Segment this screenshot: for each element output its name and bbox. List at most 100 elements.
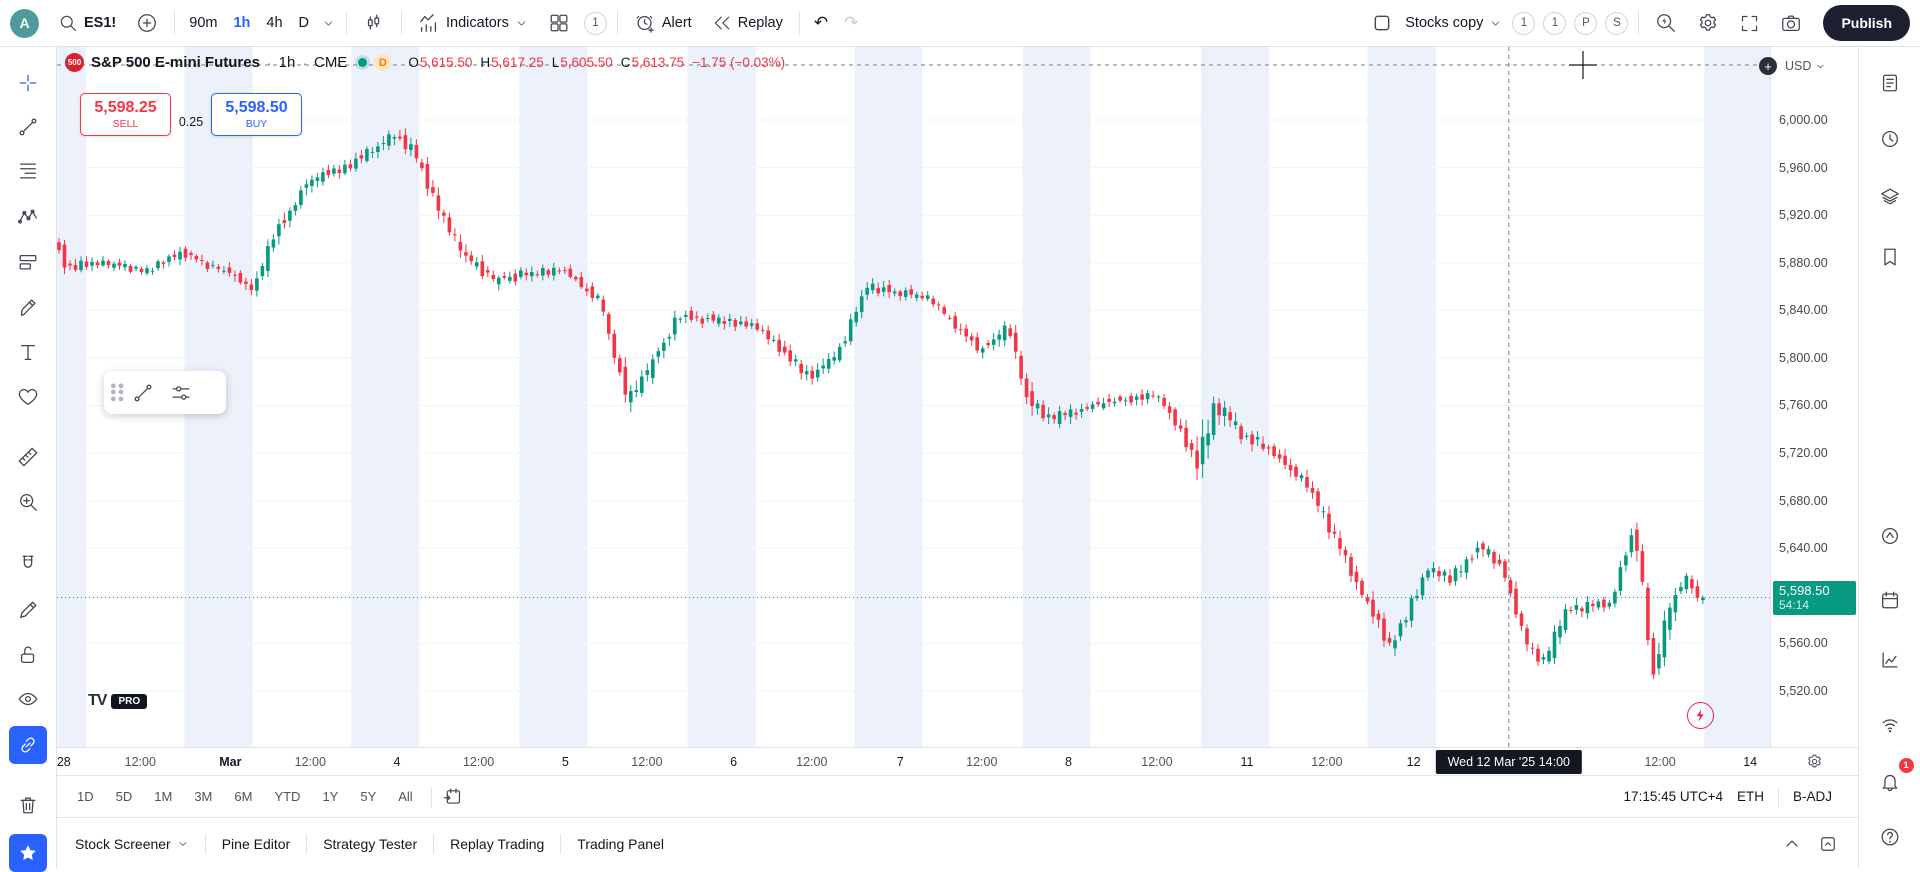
drag-handle-icon[interactable]: ●●●●●● [110, 383, 122, 403]
ideas-icon[interactable] [1870, 640, 1910, 680]
alerts-clock-icon[interactable] [1870, 119, 1910, 159]
compare-add-symbol-button[interactable] [127, 5, 167, 41]
pencil-icon[interactable] [9, 591, 47, 629]
symbol-search-button[interactable]: ES1! [49, 5, 125, 41]
timeframe-90m[interactable]: 90m [182, 5, 224, 41]
settings-button[interactable] [1688, 5, 1728, 41]
ruler-icon[interactable] [9, 438, 47, 476]
trash-icon[interactable] [9, 786, 47, 824]
sell-button[interactable]: 5,598.25 SELL [80, 93, 171, 136]
price-chart[interactable]: 500 S&P 500 E-mini Futures · 1h · CME D … [57, 47, 1770, 747]
timeframe-D[interactable]: D [292, 5, 316, 41]
chevron-up-icon[interactable] [1782, 834, 1802, 854]
price-scale-header: + USD [1759, 57, 1826, 75]
range-1y[interactable]: 1Y [314, 784, 346, 809]
chevron-down-icon [1489, 17, 1502, 30]
tab-trading-panel[interactable]: Trading Panel [565, 828, 676, 860]
tab-strategy-tester[interactable]: Strategy Tester [311, 828, 429, 860]
collab-badge-1[interactable]: 1 [1543, 12, 1566, 35]
tab-replay-trading[interactable]: Replay Trading [438, 828, 556, 860]
interval-menu-button[interactable] [318, 5, 339, 41]
broadcast-icon[interactable] [1870, 705, 1910, 745]
lock-icon[interactable] [9, 636, 47, 674]
range-3m[interactable]: 3M [186, 784, 220, 809]
bar-countdown: 54:14 [1779, 598, 1850, 612]
range-5y[interactable]: 5Y [352, 784, 384, 809]
range-1m[interactable]: 1M [146, 784, 180, 809]
long-position-icon[interactable] [9, 243, 47, 281]
tab-stock-screener[interactable]: Stock Screener [63, 828, 201, 860]
adjustment-toggle[interactable]: B-ADJ [1793, 789, 1832, 804]
flash-icon[interactable] [1687, 702, 1714, 729]
layout-grid-button[interactable] [539, 5, 579, 41]
buy-button[interactable]: 5,598.50 BUY [211, 93, 302, 136]
time-scale[interactable]: Wed 12 Mar '25 14:00 2812:00Mar12:00412:… [57, 747, 1770, 775]
eye-icon[interactable] [9, 680, 47, 718]
zoom-in-icon[interactable] [9, 483, 47, 521]
chart-style-button[interactable] [354, 5, 394, 41]
publish-button[interactable]: Publish [1823, 5, 1910, 41]
session-toggle[interactable]: ETH [1737, 789, 1764, 804]
timeframe-4h[interactable]: 4h [259, 5, 289, 41]
indicators-button[interactable]: Indicators [409, 5, 537, 41]
watchlist-icon[interactable] [1870, 63, 1910, 103]
divider [560, 834, 561, 854]
range-ytd[interactable]: YTD [266, 784, 308, 809]
tradingview-logo[interactable]: TV [88, 692, 106, 710]
delayed-data-badge[interactable]: D [374, 54, 391, 71]
calendar-icon[interactable] [1870, 580, 1910, 620]
avatar[interactable]: A [10, 9, 39, 38]
crosshair-icon[interactable] [9, 64, 47, 102]
undo-button[interactable]: ↶ [807, 13, 835, 33]
clock-utc[interactable]: 17:15:45 UTC+4 [1624, 789, 1723, 804]
save-checkbox-icon[interactable] [1372, 13, 1392, 33]
time-scale-settings[interactable] [1770, 747, 1858, 775]
currency-selector[interactable]: USD [1785, 59, 1826, 73]
tool-settings-sliders-icon[interactable] [164, 376, 198, 410]
price-scale[interactable]: + USD 5,598.50 54:14 6,000.005,960.005,9… [1770, 47, 1858, 747]
trend-line-tool-button[interactable] [126, 376, 160, 410]
object-tree-icon[interactable] [1870, 177, 1910, 217]
layout-name-button[interactable]: Stocks copy [1400, 5, 1507, 41]
collab-badge-P[interactable]: P [1574, 12, 1597, 35]
emoji-icon[interactable] [9, 378, 47, 416]
replay-button[interactable]: Replay [703, 5, 792, 41]
tab-pine-editor[interactable]: Pine Editor [210, 828, 302, 860]
collab-badge-1[interactable]: 1 [1512, 12, 1535, 35]
trend-line-icon[interactable] [9, 108, 47, 146]
xabcd-pattern-icon[interactable] [9, 198, 47, 236]
plus-circle-icon[interactable]: + [1759, 57, 1777, 75]
snapshot-button[interactable] [1771, 5, 1811, 41]
favorites-star-icon[interactable] [9, 834, 47, 872]
alert-button[interactable]: Alert [625, 5, 701, 41]
timeframe-1h[interactable]: 1h [226, 5, 257, 41]
hotlists-icon[interactable] [1870, 516, 1910, 556]
legend-separator: · [267, 55, 272, 71]
legend-interval[interactable]: 1h [279, 54, 296, 71]
range-all[interactable]: All [390, 784, 420, 809]
quick-search-button[interactable] [1646, 5, 1686, 41]
fib-retracement-icon[interactable] [9, 152, 47, 190]
divider [431, 787, 432, 807]
range-1d[interactable]: 1D [69, 784, 102, 809]
price-axis-label: 5,800.00 [1779, 351, 1828, 365]
notifications-icon[interactable]: 1 [1870, 761, 1910, 801]
sync-drawings-icon[interactable] [9, 726, 47, 764]
fullscreen-button[interactable] [1730, 5, 1769, 41]
text-icon[interactable] [9, 333, 47, 371]
replay-label: Replay [738, 15, 783, 31]
brush-icon[interactable] [9, 288, 47, 326]
range-6m[interactable]: 6M [226, 784, 260, 809]
help-icon[interactable] [1870, 817, 1910, 857]
magnet-icon[interactable] [9, 545, 47, 583]
candlestick-icon [363, 12, 385, 34]
collab-badge-S[interactable]: S [1605, 12, 1628, 35]
toolbar-divider [401, 11, 402, 35]
redo-button[interactable]: ↷ [837, 13, 865, 33]
go-to-date-icon[interactable] [442, 786, 463, 807]
layout-count-badge[interactable]: 1 [584, 12, 607, 35]
range-5d[interactable]: 5D [108, 784, 141, 809]
legend-symbol-title[interactable]: S&P 500 E-mini Futures [91, 54, 260, 71]
data-window-icon[interactable] [1870, 237, 1910, 277]
maximize-panel-icon[interactable] [1818, 834, 1838, 854]
